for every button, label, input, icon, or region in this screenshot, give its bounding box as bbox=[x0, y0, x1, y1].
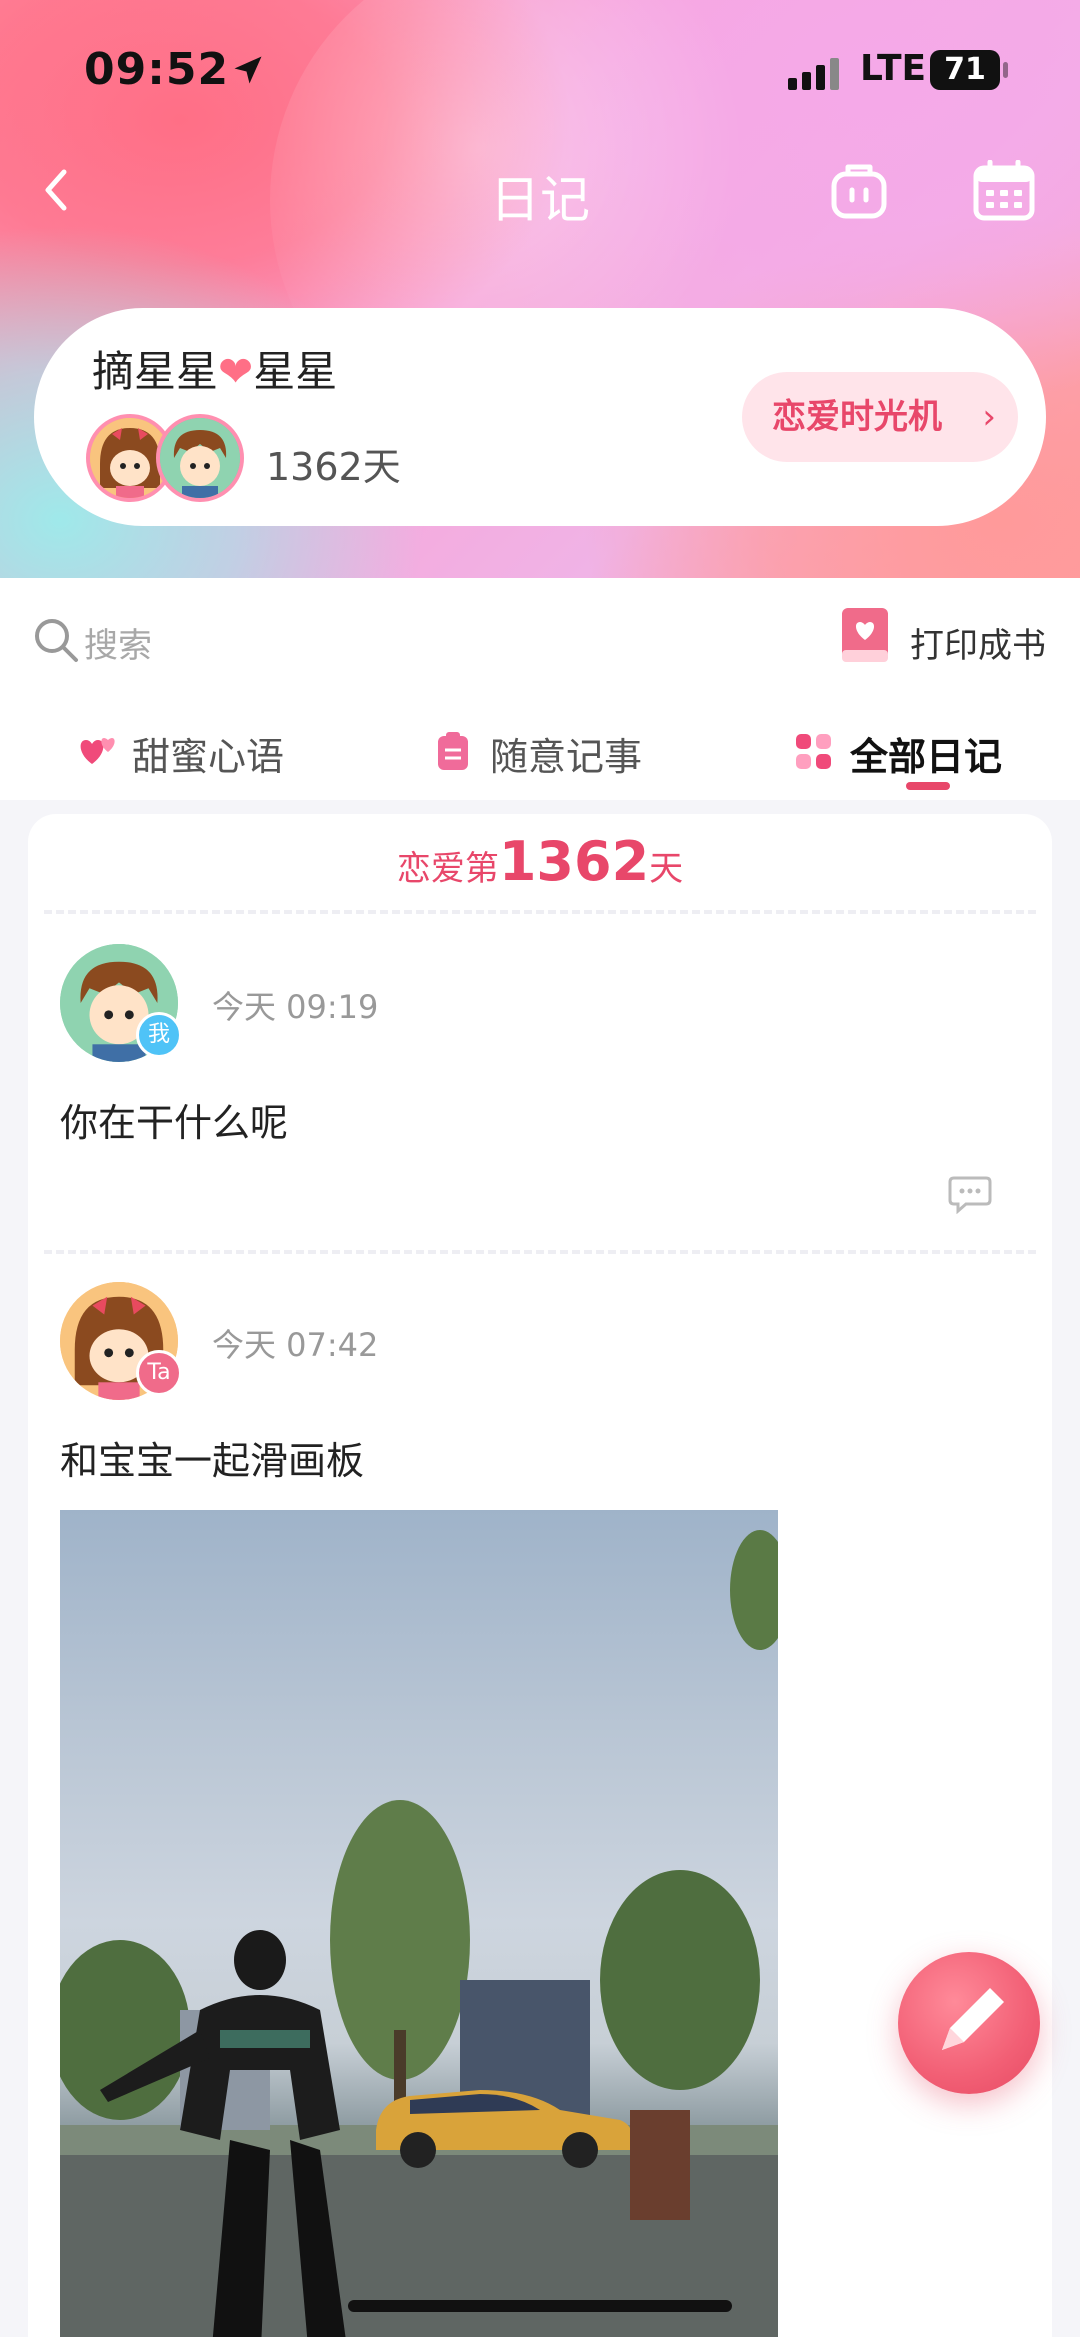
calendar-icon[interactable] bbox=[972, 160, 1036, 222]
network-type: LTE bbox=[860, 48, 927, 89]
divider bbox=[44, 1250, 1036, 1254]
search-placeholder: 搜索 bbox=[84, 626, 152, 666]
comment-icon[interactable] bbox=[948, 1174, 992, 1214]
hearts-icon bbox=[80, 738, 115, 764]
divider bbox=[44, 910, 1036, 914]
badge-me: 我 bbox=[136, 1012, 182, 1058]
love-days-suffix: 天 bbox=[649, 849, 684, 889]
couple-card: 摘星星❤星星 1362天 恋爱时光机 › bbox=[34, 308, 1046, 526]
print-book-label: 打印成书 bbox=[910, 626, 1046, 666]
time-machine-label: 恋爱时光机 bbox=[772, 397, 942, 437]
tab-label: 随意记事 bbox=[490, 735, 643, 779]
pencil-icon bbox=[942, 1988, 1004, 2050]
location-arrow-icon bbox=[234, 56, 262, 84]
entry-photo[interactable] bbox=[60, 1510, 778, 2337]
battery-level: 71 bbox=[930, 50, 1000, 90]
entry-time: 今天 09:19 bbox=[212, 988, 379, 1026]
name-left: 摘星星 bbox=[92, 347, 219, 396]
heart-icon: ❤ bbox=[218, 347, 254, 396]
entry-time: 今天 07:42 bbox=[212, 1326, 379, 1364]
book-heart-icon bbox=[842, 608, 888, 662]
love-days-prefix: 恋爱第 bbox=[396, 849, 499, 889]
name-right: 星星 bbox=[253, 347, 338, 396]
badge-ta: Ta bbox=[136, 1350, 182, 1396]
boy-avatar-icon bbox=[160, 418, 240, 498]
couple-avatars[interactable] bbox=[86, 414, 246, 504]
signal-icon bbox=[788, 58, 839, 90]
battery-tip bbox=[1003, 62, 1008, 78]
entry-text: 你在干什么呢 bbox=[60, 1101, 289, 1145]
clipboard-icon bbox=[438, 732, 468, 770]
status-time: 09:52 bbox=[84, 44, 230, 95]
print-book-button[interactable]: 打印成书 bbox=[838, 606, 1058, 670]
time-machine-button[interactable]: 恋爱时光机 › bbox=[742, 372, 1018, 462]
active-tab-indicator bbox=[906, 782, 950, 790]
tab-label: 甜蜜心语 bbox=[132, 735, 285, 779]
write-diary-button[interactable] bbox=[898, 1952, 1040, 2094]
search-icon bbox=[35, 619, 78, 662]
tab-label: 全部日记 bbox=[850, 735, 1003, 779]
love-days-count: 1362 bbox=[498, 830, 650, 893]
page-title: 日记 bbox=[490, 171, 590, 229]
love-days-header: 恋爱第1362天 bbox=[28, 830, 1052, 893]
couple-names: 摘星星❤星星 bbox=[92, 338, 337, 399]
grid-icon bbox=[796, 734, 831, 769]
home-indicator bbox=[348, 2300, 732, 2312]
status-bar: 09:52 LTE 71 bbox=[0, 0, 1080, 140]
together-days: 1362天 bbox=[266, 445, 401, 489]
chevron-right-icon: › bbox=[982, 397, 996, 437]
skateboard-photo bbox=[60, 1530, 778, 2337]
trash-icon[interactable] bbox=[828, 160, 890, 222]
diary-feed: 恋爱第1362天 我 今天 09:19 你在干什么呢 Ta 今天 07:42 和… bbox=[28, 814, 1052, 2337]
avatar-boy bbox=[156, 414, 244, 502]
entry-text: 和宝宝一起滑画板 bbox=[60, 1439, 365, 1483]
